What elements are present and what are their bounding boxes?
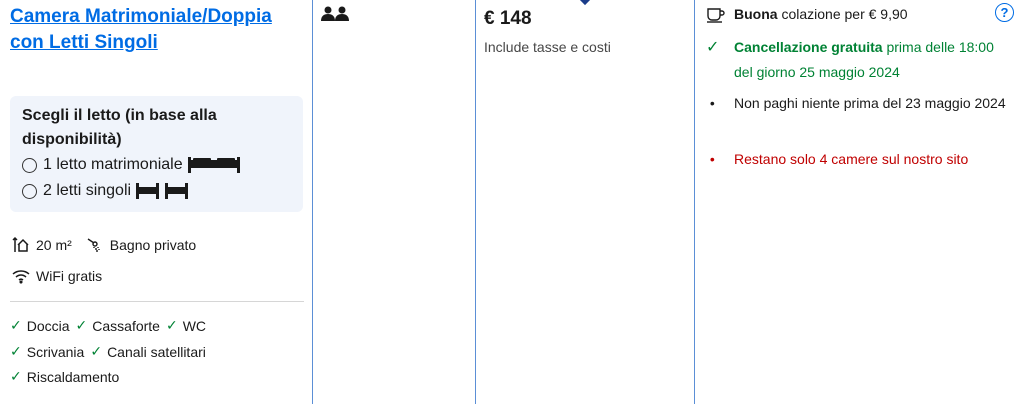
amenity-label: WC — [182, 317, 207, 334]
bed-option-double[interactable]: 1 letto matrimoniale — [22, 152, 291, 178]
column-divider-2 — [475, 0, 476, 404]
breakfast-bold: Buona — [734, 6, 778, 22]
room-size-icon — [12, 236, 30, 254]
bath-icon — [86, 236, 104, 254]
column-divider-3 — [694, 0, 695, 404]
check-icon: ✓ — [10, 317, 22, 333]
price-amount: € 148 — [484, 8, 532, 29]
guests-icon — [320, 6, 350, 27]
breakfast-info: Buona colazione per € 9,90 — [706, 2, 908, 31]
payment-info: • Non paghi niente prima del 23 maggio 2… — [706, 91, 1006, 116]
room-title-link[interactable]: Camera Matrimoniale/Doppia con Letti Sin… — [10, 4, 280, 56]
bed-choice-box: Scegli il letto (in base alla disponibil… — [10, 96, 303, 212]
amenities-divider — [10, 301, 304, 302]
room-facts-row: 20 m² Bagno privato — [12, 236, 196, 254]
column-divider-1 — [312, 0, 313, 404]
payment-text: Non paghi niente prima del 23 maggio 202… — [734, 95, 1006, 111]
amenities-row-2: ✓ Scrivania ✓ Canali satellitari — [10, 343, 212, 360]
bed-option-twin-label: 2 letti singoli — [43, 182, 132, 199]
wifi-row: WiFi gratis — [12, 268, 102, 284]
bed-option-twin[interactable]: 2 letti singoli — [22, 178, 291, 204]
twin-beds-icon — [135, 182, 189, 200]
amenity-item: ✓ Scrivania — [10, 343, 84, 360]
bullet-icon: • — [706, 95, 715, 111]
amenity-label: Canali satellitari — [107, 343, 206, 360]
check-icon: ✓ — [90, 343, 103, 359]
amenity-item: ✓ Riscaldamento — [10, 368, 119, 385]
scarcity-text: Restano solo 4 camere sul nostro sito — [734, 151, 969, 167]
free-cancellation: ✓ Cancellazione gratuita prima delle 18:… — [706, 35, 1006, 85]
amenity-item: ✓ WC — [166, 317, 206, 334]
amenities-row-1: ✓ Doccia ✓ Cassaforte ✓ WC — [10, 317, 212, 334]
amenity-item: ✓ Canali satellitari — [90, 343, 206, 360]
check-icon: ✓ — [706, 39, 720, 56]
amenity-label: Riscaldamento — [26, 368, 120, 385]
scarcity-info: • Restano solo 4 camere sul nostro sito — [706, 147, 1016, 172]
amenity-item: ✓ Cassaforte — [76, 317, 160, 334]
amenity-label: Doccia — [26, 317, 70, 334]
check-icon: ✓ — [10, 343, 22, 359]
radio-twin-beds[interactable] — [22, 183, 37, 199]
amenity-item: ✓ Doccia — [10, 317, 70, 334]
wifi-label: WiFi gratis — [36, 268, 103, 284]
bed-option-double-label: 1 letto matrimoniale — [43, 156, 183, 173]
room-size: 20 m² — [36, 237, 72, 253]
coffee-cup-icon — [706, 2, 734, 31]
price-note: Include tasse e costi — [484, 39, 611, 55]
wifi-icon — [12, 268, 30, 284]
breakfast-text: colazione per € 9,90 — [777, 6, 908, 22]
double-bed-icon — [187, 156, 241, 174]
cancellation-bold: Cancellazione gratuita — [734, 39, 883, 55]
check-icon: ✓ — [10, 368, 22, 384]
amenity-label: Scrivania — [26, 343, 85, 360]
check-icon: ✓ — [165, 317, 178, 333]
amenity-label: Cassaforte — [92, 317, 160, 334]
bed-choice-heading: Scegli il letto (in base alla disponibil… — [22, 107, 217, 148]
radio-double-bed[interactable] — [22, 157, 37, 173]
check-icon: ✓ — [75, 317, 88, 333]
bullet-icon: • — [706, 151, 715, 167]
selection-marker — [577, 0, 593, 6]
help-icon[interactable]: ? — [995, 3, 1014, 22]
bathroom-label: Bagno privato — [109, 237, 197, 253]
amenities-row-3: ✓ Riscaldamento — [10, 368, 125, 385]
